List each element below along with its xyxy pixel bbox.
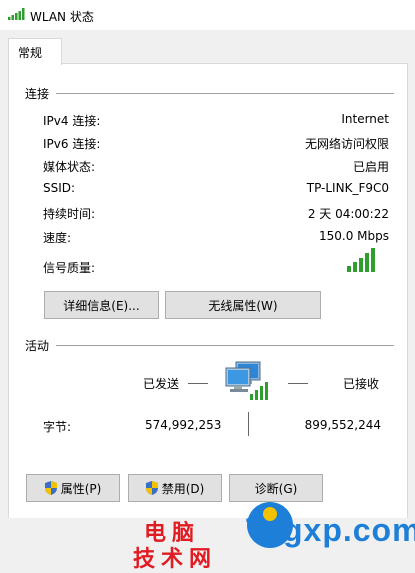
signal-quality-icon: [347, 248, 375, 272]
wireless-properties-button-label: 无线属性(W): [208, 298, 278, 313]
activity-section-title: 活动: [25, 339, 50, 353]
disable-button-label: 禁用(D): [161, 481, 205, 496]
tab-general[interactable]: 常规: [8, 38, 62, 65]
diagnose-button-label: 诊断(G): [254, 481, 298, 496]
ipv6-label: IPv6 连接:: [43, 137, 101, 151]
window-title: WLAN 状态: [30, 10, 94, 24]
duration-label: 持续时间:: [43, 207, 96, 221]
details-button[interactable]: 详细信息(E)...: [44, 291, 159, 319]
uac-shield-icon: [145, 481, 158, 495]
bytes-sent-value: 574,992,253: [145, 418, 222, 432]
bytes-label: 字节:: [43, 420, 72, 434]
bytes-divider: [248, 412, 249, 436]
sent-label: 已发送: [143, 377, 180, 391]
connection-section-title: 连接: [25, 87, 50, 101]
diagnose-button[interactable]: 诊断(G): [229, 474, 323, 502]
properties-button[interactable]: 属性(P): [26, 474, 120, 502]
watermark-line2: 技术网: [133, 547, 218, 572]
speed-label: 速度:: [43, 231, 72, 245]
ipv4-value: Internet: [341, 112, 389, 126]
media-state-value: 已启用: [352, 160, 389, 174]
received-label: 已接收: [343, 377, 380, 391]
properties-button-label: 属性(P): [60, 481, 102, 496]
details-button-label: 详细信息(E)...: [63, 298, 140, 313]
signal-quality-label: 信号质量:: [43, 261, 96, 275]
connection-divider: [56, 93, 394, 94]
uac-shield-icon: [44, 481, 57, 495]
ssid-value: TP-LINK_F9C0: [306, 181, 389, 195]
ssid-label: SSID:: [43, 181, 76, 195]
wifi-signal-icon: [8, 8, 25, 20]
received-line: [288, 383, 308, 384]
wireless-properties-button[interactable]: 无线属性(W): [165, 291, 321, 319]
activity-divider: [56, 345, 394, 346]
ipv4-label: IPv4 连接:: [43, 114, 101, 128]
sent-line: [188, 383, 208, 384]
network-computers-icon: [225, 361, 268, 400]
duration-value: 2 天 04:00:22: [307, 207, 389, 221]
tab-general-label: 常规: [18, 46, 43, 60]
bytes-received-value: 899,552,244: [304, 418, 381, 432]
title-bar: WLAN 状态: [0, 0, 415, 30]
speed-value: 150.0 Mbps: [318, 229, 389, 243]
watermark-site: Tagxp.com: [246, 512, 415, 548]
disable-button[interactable]: 禁用(D): [128, 474, 222, 502]
media-state-label: 媒体状态:: [43, 160, 96, 174]
ipv6-value: 无网络访问权限: [304, 137, 389, 151]
